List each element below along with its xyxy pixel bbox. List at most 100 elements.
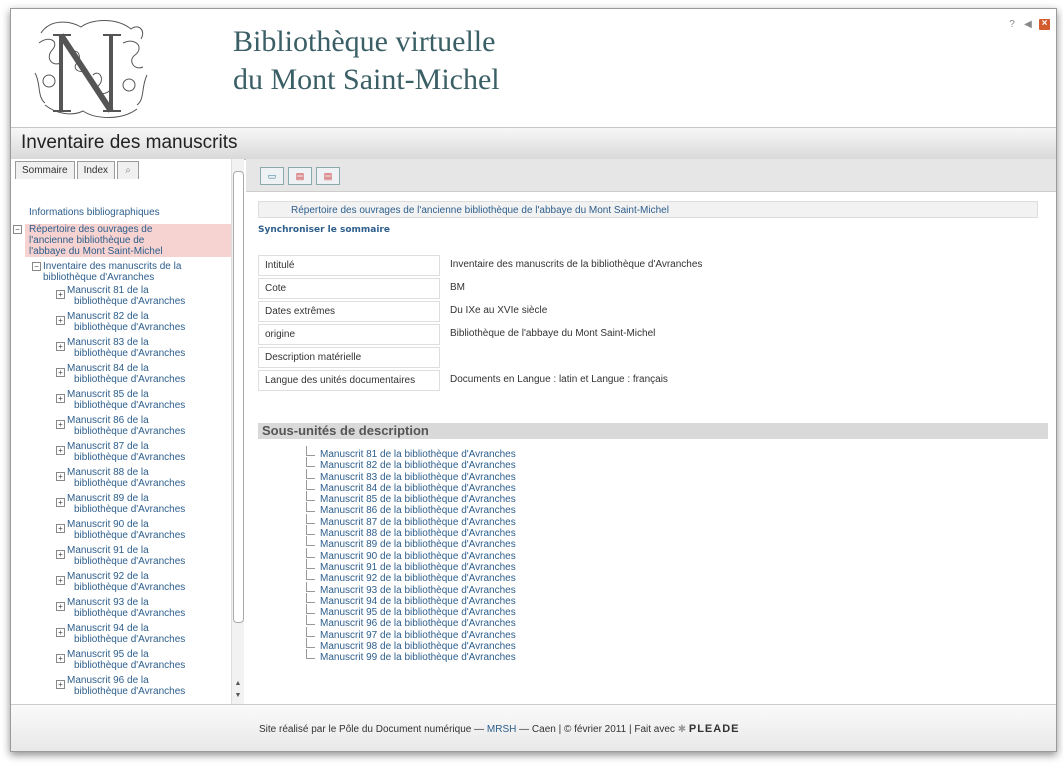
expand-icon[interactable]: + <box>56 498 65 507</box>
sidebar-scrollbar[interactable]: ▲ ▼ <box>231 159 244 704</box>
tree-item-manuscript[interactable]: + Manuscrit 82 de la bibliothèque d'Avranc… <box>56 311 231 333</box>
tree-item-manuscript[interactable]: + Manuscrit 93 de la bibliothèque d'Avranc… <box>56 597 231 619</box>
tree-item-label: bibliothèque d'Avranches <box>43 272 155 283</box>
close-icon[interactable]: × <box>1039 19 1050 30</box>
tree-item-manuscript[interactable]: + Manuscrit 96 de la bibliothèque d'Avranc… <box>56 675 231 697</box>
subunit-link[interactable]: Manuscrit 95 de la bibliothèque d'Avranc… <box>306 604 516 618</box>
expand-icon[interactable]: + <box>56 316 65 325</box>
search-icon[interactable]: ⌕ <box>117 161 140 179</box>
tree-item-manuscript[interactable]: + Manuscrit 94 de la bibliothèque d'Avranc… <box>56 623 231 645</box>
subunit-link[interactable]: Manuscrit 90 de la bibliothèque d'Avranc… <box>306 547 516 562</box>
tree-item-manuscript[interactable]: + Manuscrit 89 de la bibliothèque d'Avranc… <box>56 493 231 515</box>
tree-item-label: bibliothèque d'Avranches <box>74 348 186 359</box>
tree-item-label: Manuscrit 82 de la <box>67 311 149 322</box>
subunit-link[interactable]: Manuscrit 91 de la bibliothèque d'Avranc… <box>306 558 516 573</box>
collapse-icon[interactable]: − <box>32 262 41 271</box>
metadata-row: Cote BM <box>258 278 798 299</box>
expand-icon[interactable]: + <box>56 680 65 689</box>
subunit-link[interactable]: Manuscrit 93 de la bibliothèque d'Avranc… <box>306 581 516 596</box>
tree-item-label: Manuscrit 90 de la <box>67 519 149 530</box>
subunit-link[interactable]: Manuscrit 99 de la bibliothèque d'Avranc… <box>306 649 516 663</box>
expand-icon[interactable]: + <box>56 576 65 585</box>
tree-item-manuscript[interactable]: + Manuscrit 83 de la bibliothèque d'Avranc… <box>56 337 231 359</box>
pdf-icon[interactable]: ▤ <box>316 167 340 185</box>
tree-item-label: bibliothèque d'Avranches <box>74 322 186 333</box>
subunit-link[interactable]: Manuscrit 86 de la bibliothèque d'Avranc… <box>306 502 516 516</box>
expand-icon[interactable]: + <box>56 420 65 429</box>
pleade-star-icon: ✱ <box>677 724 687 735</box>
metadata-key: Langue des unités documentaires <box>258 370 440 391</box>
tree-item-label: bibliothèque d'Avranches <box>74 452 186 463</box>
tree-item-inventaire[interactable]: − Inventaire des manuscrits de la biblio… <box>32 261 231 283</box>
expand-icon[interactable]: + <box>56 628 65 637</box>
expand-icon[interactable]: + <box>56 654 65 663</box>
tree-item-manuscript[interactable]: + Manuscrit 84 de la bibliothèque d'Avranc… <box>56 363 231 385</box>
subunit-link[interactable]: Manuscrit 85 de la bibliothèque d'Avranc… <box>306 491 516 505</box>
subunit-link[interactable]: Manuscrit 97 de la bibliothèque d'Avranc… <box>306 626 516 641</box>
expand-icon[interactable]: + <box>56 368 65 377</box>
subunit-link[interactable]: Manuscrit 94 de la bibliothèque d'Avranc… <box>306 592 516 607</box>
tree-item-manuscript[interactable]: + Manuscrit 91 de la bibliothèque d'Avranc… <box>56 545 231 567</box>
tree-item-manuscript[interactable]: + Manuscrit 88 de la bibliothèque d'Avranc… <box>56 467 231 489</box>
help-icon[interactable]: ? <box>1007 19 1017 30</box>
folder-icon[interactable]: ▭ <box>260 167 284 185</box>
expand-icon[interactable]: + <box>56 602 65 611</box>
metadata-value <box>440 347 798 368</box>
expand-icon[interactable]: + <box>56 550 65 559</box>
subunit-link[interactable]: Manuscrit 83 de la bibliothèque d'Avranc… <box>306 468 516 483</box>
tree-item-label: bibliothèque d'Avranches <box>74 634 186 645</box>
subunit-link[interactable]: Manuscrit 84 de la bibliothèque d'Avranc… <box>306 479 516 494</box>
tree-item-label: Manuscrit 86 de la <box>67 415 149 426</box>
mrsh-link[interactable]: MRSH <box>487 724 516 735</box>
tree-item-label: Manuscrit 96 de la <box>67 675 149 686</box>
subunit-link[interactable]: Manuscrit 81 de la bibliothèque d'Avranc… <box>306 445 516 460</box>
expand-icon[interactable]: + <box>56 342 65 351</box>
tree-item-manuscript[interactable]: + Manuscrit 92 de la bibliothèque d'Avranc… <box>56 571 231 593</box>
tree-item-label: bibliothèque d'Avranches <box>74 400 186 411</box>
expand-icon[interactable]: + <box>56 446 65 455</box>
subunit-link[interactable]: Manuscrit 98 de la bibliothèque d'Avranc… <box>306 637 516 652</box>
tree-item-manuscript[interactable]: + Manuscrit 90 de la bibliothèque d'Avranc… <box>56 519 231 541</box>
subunit-link[interactable]: Manuscrit 87 de la bibliothèque d'Avranc… <box>306 513 516 528</box>
expand-icon[interactable]: + <box>56 524 65 533</box>
tree-item-manuscript[interactable]: + Manuscrit 81 de la bibliothèque d'Avranc… <box>56 285 231 307</box>
tree-item-manuscript[interactable]: + Manuscrit 86 de la bibliothèque d'Avranc… <box>56 415 231 437</box>
pleade-logo[interactable]: PLEADE <box>689 723 740 735</box>
collapse-icon[interactable]: − <box>13 225 22 234</box>
top-icons: ? ◀ × <box>1007 19 1050 30</box>
main-content: ▭ ▤ ▤ Répertoire des ouvrages de l'ancie… <box>246 159 1056 704</box>
tree-item-label: bibliothèque d'Avranches <box>74 530 186 541</box>
speaker-icon[interactable]: ◀ <box>1023 19 1033 30</box>
tree-item-manuscript[interactable]: + Manuscrit 85 de la bibliothèque d'Avranc… <box>56 389 231 411</box>
expand-icon[interactable]: + <box>56 394 65 403</box>
tree-item-label: bibliothèque d'Avranches <box>74 556 186 567</box>
subunit-link[interactable]: Manuscrit 92 de la bibliothèque d'Avranc… <box>306 570 516 584</box>
illuminated-letter-logo[interactable] <box>31 13 151 125</box>
tree-item-manuscript[interactable]: + Manuscrit 87 de la bibliothèque d'Avranc… <box>56 441 231 463</box>
footer-text: Site réalisé par le Pôle du Document num… <box>259 723 740 735</box>
scrollbar-thumb[interactable] <box>233 171 244 623</box>
expand-icon[interactable]: + <box>56 290 65 299</box>
tree-item-informations[interactable]: Informations bibliographiques <box>29 207 231 218</box>
tree-item-label: Manuscrit 91 de la <box>67 545 149 556</box>
scroll-up-arrow-icon[interactable]: ▲ <box>233 679 243 689</box>
sync-toc-link[interactable]: Synchroniser le sommaire <box>258 225 390 235</box>
subunit-link[interactable]: Manuscrit 96 de la bibliothèque d'Avranc… <box>306 615 516 629</box>
subunit-link[interactable]: Manuscrit 89 de la bibliothèque d'Avranc… <box>306 536 516 550</box>
sidebar: Sommaire Index ⌕ Informations bibliograp… <box>11 159 231 704</box>
subunit-link[interactable]: Manuscrit 82 de la bibliothèque d'Avranc… <box>306 457 516 471</box>
tree-item-label: Manuscrit 87 de la <box>67 441 149 452</box>
tree-item-repertoire-selected[interactable]: − Répertoire des ouvrages de l'ancienne … <box>13 224 231 257</box>
tab-index[interactable]: Index <box>76 161 116 179</box>
tab-sommaire[interactable]: Sommaire <box>15 161 75 179</box>
breadcrumb[interactable]: Répertoire des ouvrages de l'ancienne bi… <box>258 201 1038 218</box>
scroll-down-arrow-icon[interactable]: ▼ <box>233 691 243 701</box>
tree-item-label: bibliothèque d'Avranches <box>74 660 186 671</box>
metadata-key: Description matérielle <box>258 347 440 368</box>
pdf-icon[interactable]: ▤ <box>288 167 312 185</box>
site-title: Bibliothèque virtuelle du Mont Saint-Mic… <box>233 23 500 99</box>
tree-item-manuscript[interactable]: + Manuscrit 95 de la bibliothèque d'Avranc… <box>56 649 231 671</box>
expand-icon[interactable]: + <box>56 472 65 481</box>
subunit-link[interactable]: Manuscrit 88 de la bibliothèque d'Avranc… <box>306 524 516 539</box>
site-header: Bibliothèque virtuelle du Mont Saint-Mic… <box>11 9 1056 127</box>
